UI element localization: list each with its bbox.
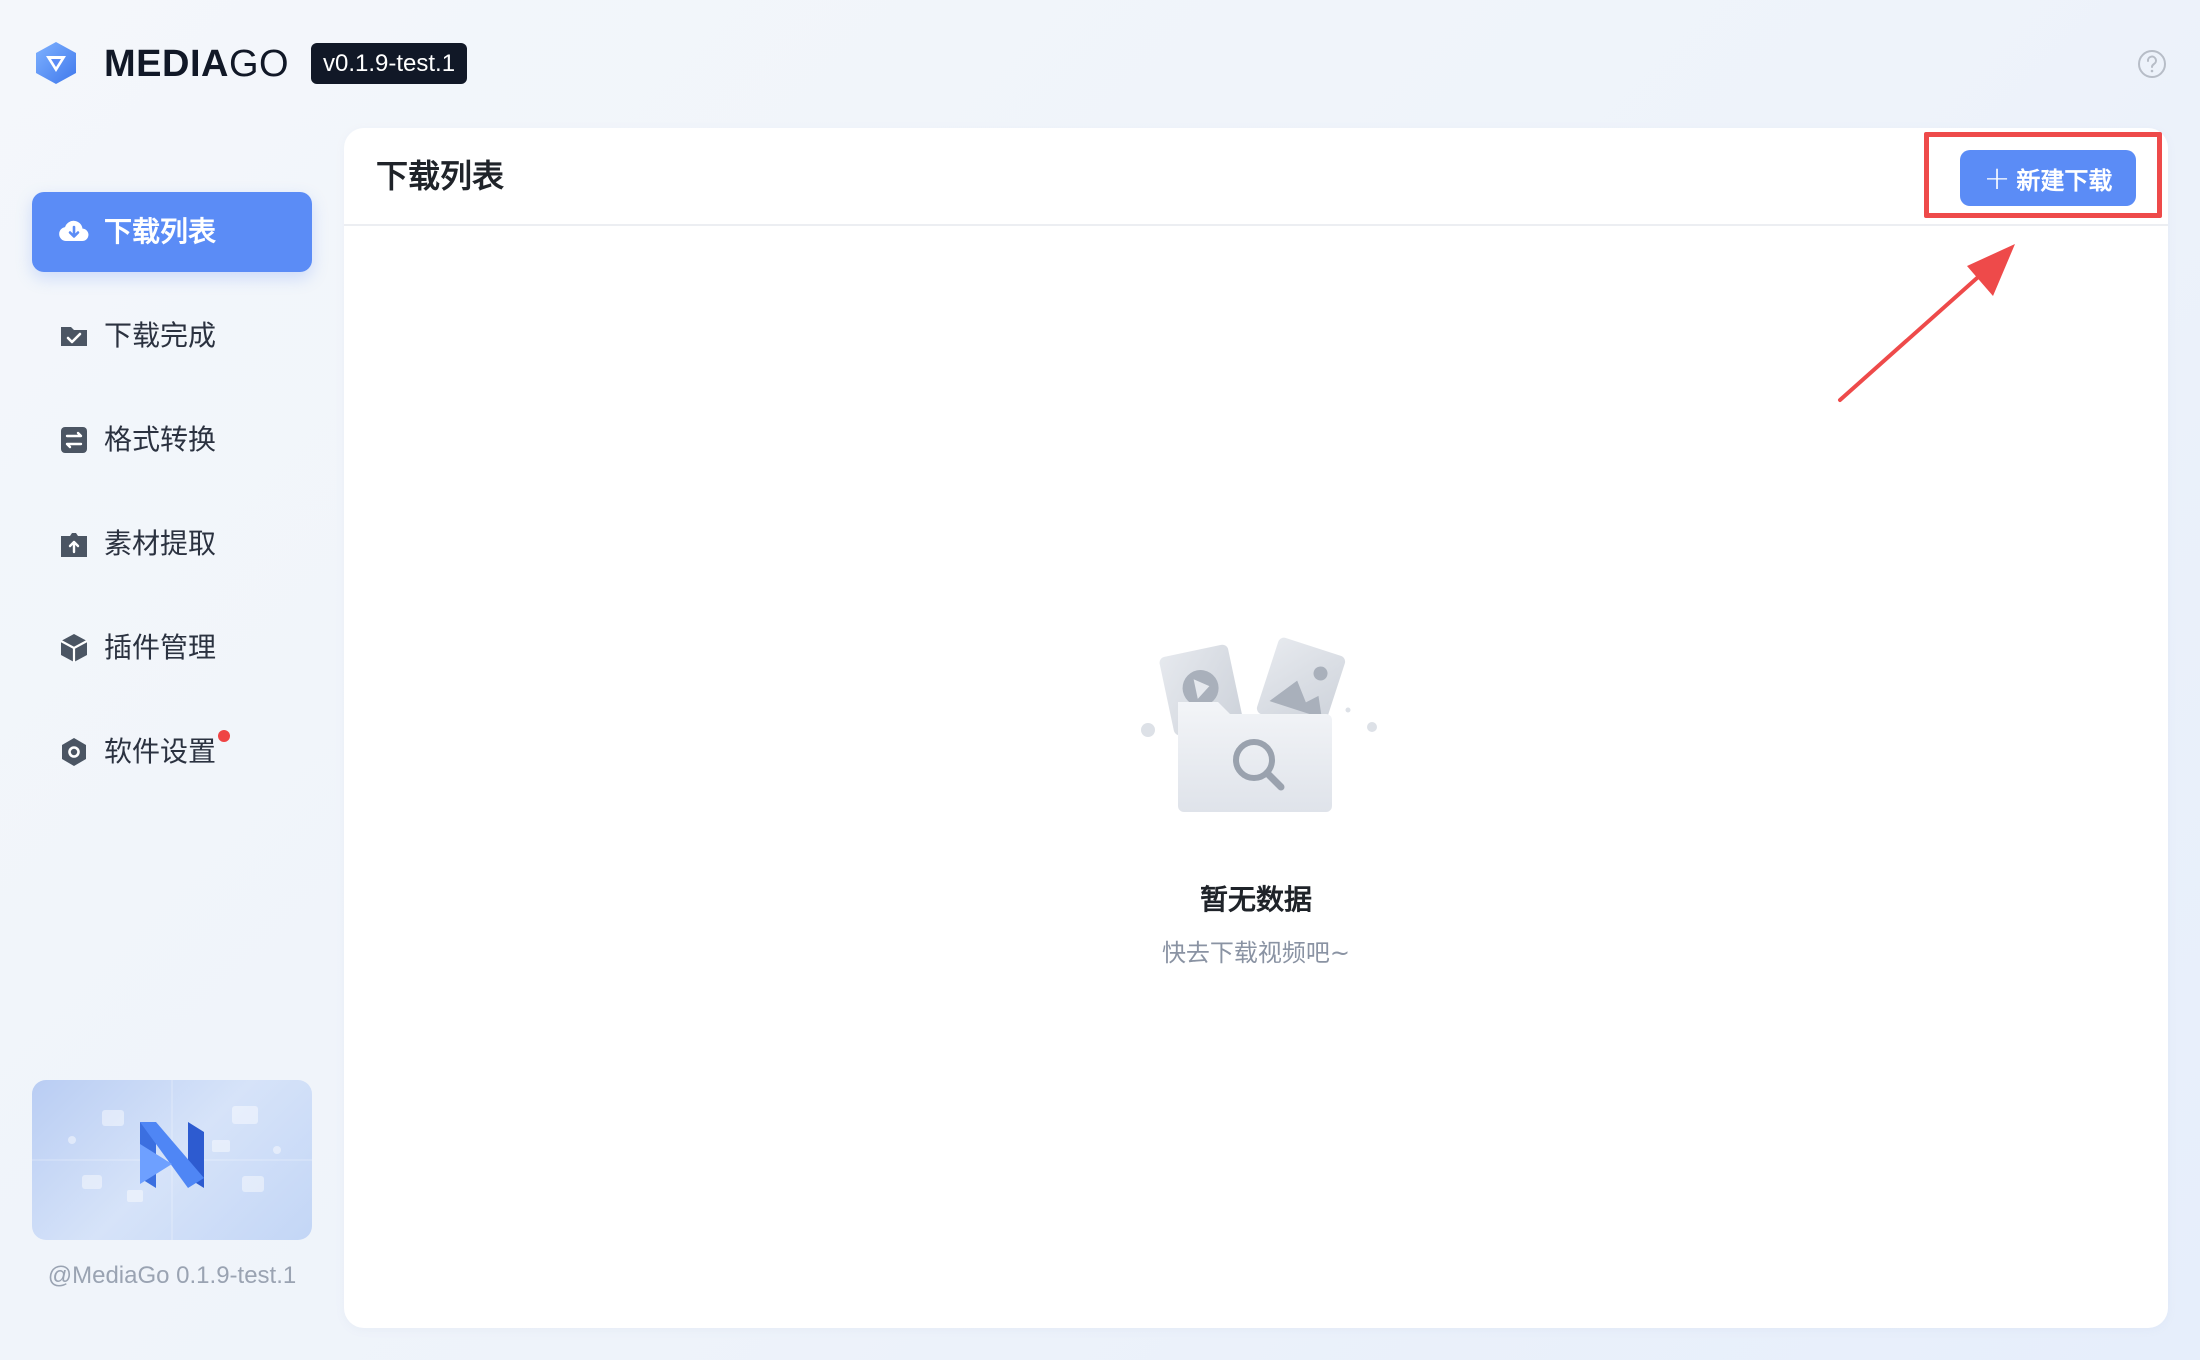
sidebar-item-download-list[interactable]: 下载列表	[32, 192, 312, 272]
sidebar-nav: 下载列表 下载完成 格式转换 素材提取 插件管理 软件设置	[32, 192, 312, 816]
app-brand: MEDIAGO	[104, 40, 289, 88]
new-download-button[interactable]: + 新建下载	[1960, 150, 2136, 206]
promo-illustration	[32, 1080, 312, 1240]
cube-icon	[60, 634, 88, 662]
app-logo-icon	[36, 42, 76, 84]
upload-box-icon	[61, 533, 87, 557]
new-download-label: 新建下载	[2016, 166, 2113, 195]
brand-bold: MEDIA	[104, 43, 229, 85]
panel-header: 下载列表 + 新建下载	[344, 128, 2168, 226]
sidebar-item-label: 素材提取	[104, 527, 217, 560]
empty-state-title: 暂无数据	[1199, 883, 1312, 916]
sidebar-item-settings[interactable]: 软件设置	[32, 712, 312, 792]
page-title: 下载列表	[376, 157, 505, 195]
sidebar-item-plugin-manage[interactable]: 插件管理	[32, 608, 312, 688]
promo-banner[interactable]	[32, 1080, 312, 1240]
swap-icon	[61, 427, 87, 453]
sidebar-item-material-extract[interactable]: 素材提取	[32, 504, 312, 584]
version-badge: v0.1.9-test.1	[311, 43, 468, 84]
sidebar-item-download-complete[interactable]: 下载完成	[32, 296, 312, 376]
sidebar-item-label: 插件管理	[104, 631, 217, 664]
sidebar-item-label: 格式转换	[104, 423, 217, 456]
folder-check-icon	[61, 327, 87, 346]
sidebar-item-label: 下载完成	[104, 319, 217, 352]
sidebar-item-label: 软件设置	[104, 735, 217, 768]
empty-folder-search-icon	[1141, 637, 1377, 812]
empty-state-subtitle: 快去下载视频吧~	[1161, 939, 1351, 967]
gear-icon	[62, 738, 86, 766]
cloud-download-icon	[59, 220, 89, 242]
footer-version: @MediaGo 0.1.9-test.1	[47, 1262, 297, 1289]
plus-icon: +	[1983, 159, 2011, 197]
sidebar-item-format-convert[interactable]: 格式转换	[32, 400, 312, 480]
sidebar-item-label: 下载列表	[104, 215, 217, 248]
brand-light: GO	[228, 43, 290, 85]
red-arrow-annotation	[1838, 244, 2015, 402]
question-circle-icon[interactable]	[2137, 49, 2167, 79]
notification-dot	[218, 730, 230, 742]
